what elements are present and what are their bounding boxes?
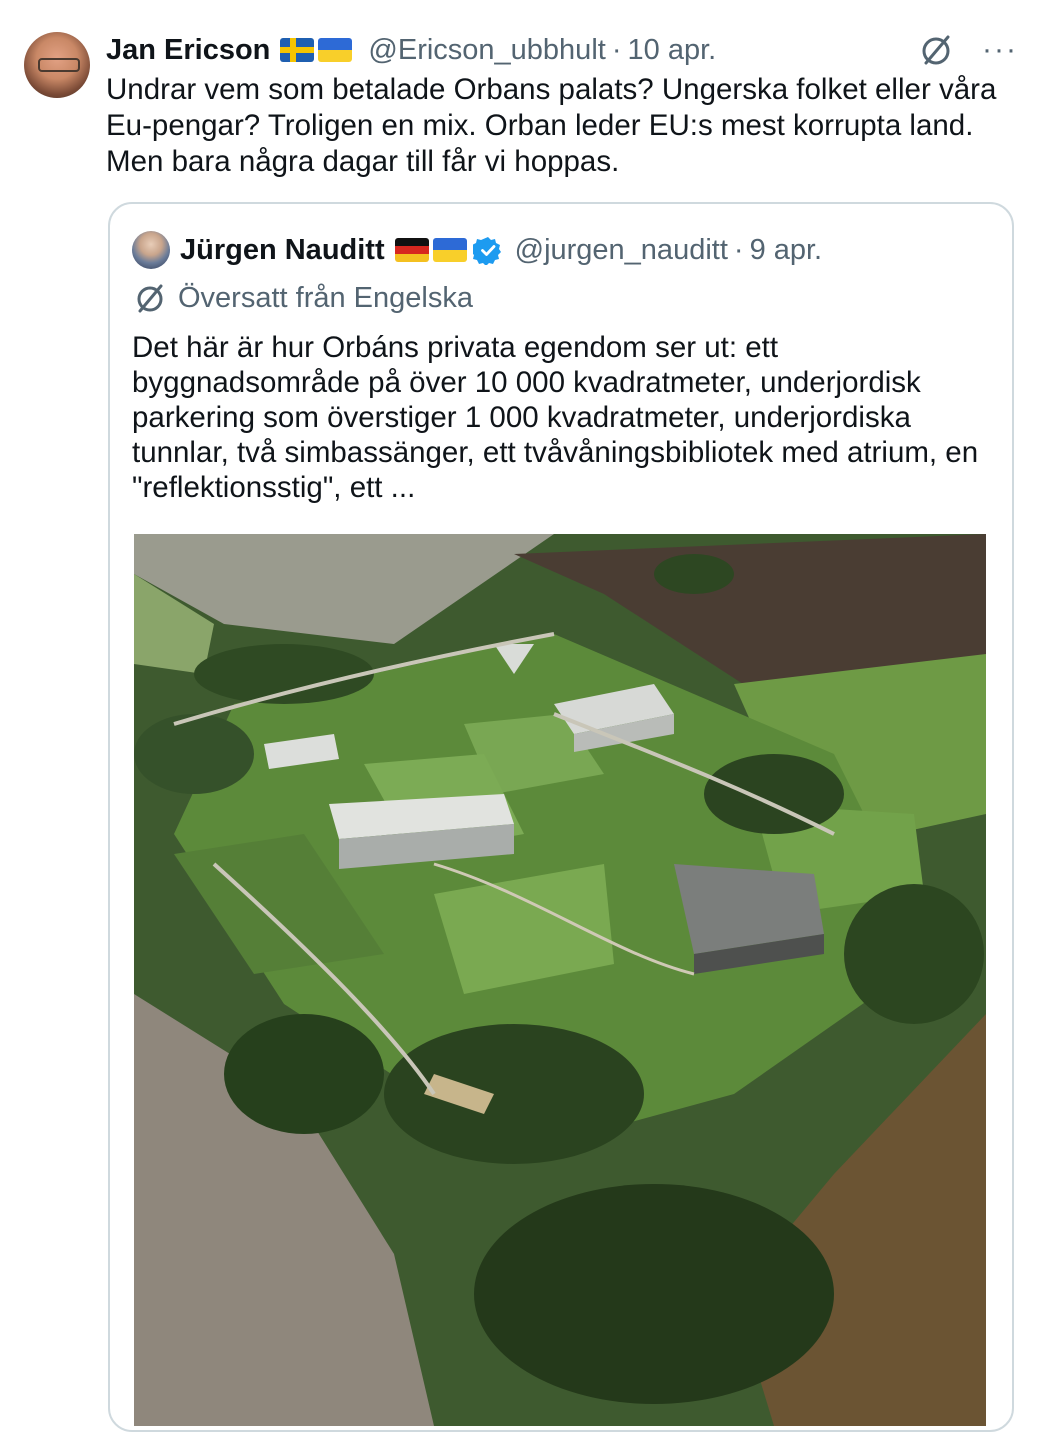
- quoted-tweet-text: Det här är hur Orbáns privata egendom se…: [132, 331, 979, 504]
- separator-dot: ·: [611, 33, 622, 66]
- tweet-text: Undrar vem som betalade Orbans palats? U…: [106, 73, 997, 178]
- glasses-detail: [38, 58, 80, 72]
- aerial-photo-illustration: [134, 534, 986, 1426]
- estate-aerial-photo[interactable]: [134, 534, 986, 1426]
- grok-icon[interactable]: [918, 32, 954, 68]
- quoted-tweet-card[interactable]: Jürgen Nauditt @jurgen_nauditt · 9 apr. …: [108, 202, 1014, 1432]
- verified-badge-icon: [472, 237, 501, 265]
- translation-label: Översatt från Engelska: [178, 281, 473, 314]
- german-flag-icon: [394, 238, 429, 262]
- ukrainian-flag-icon: [432, 238, 467, 262]
- swedish-flag-icon: [280, 38, 315, 62]
- separator-dot: ·: [733, 233, 744, 266]
- quoted-author-handle[interactable]: @jurgen_nauditt: [515, 234, 728, 267]
- ukrainian-flag-icon: [318, 38, 353, 62]
- author-handle[interactable]: @Ericson_ubbhult: [368, 34, 605, 67]
- author-avatar[interactable]: [24, 32, 90, 98]
- quoted-tweet-date[interactable]: 9 apr.: [750, 234, 823, 267]
- quoted-author-avatar[interactable]: [132, 231, 170, 269]
- tweet-date[interactable]: 10 apr.: [628, 34, 717, 67]
- author-name[interactable]: Jan Ericson: [106, 34, 270, 67]
- quoted-author-name[interactable]: Jürgen Nauditt: [180, 234, 385, 267]
- quoted-tweet-header: Jürgen Nauditt @jurgen_nauditt · 9 apr.: [132, 230, 822, 270]
- more-options-button[interactable]: ···: [982, 35, 1018, 65]
- tweet-header: Jan Ericson @Ericson_ubbhult · 10 apr. ·…: [106, 30, 1018, 70]
- translation-notice[interactable]: Översatt från Engelska: [132, 278, 473, 318]
- translate-icon: [137, 284, 163, 313]
